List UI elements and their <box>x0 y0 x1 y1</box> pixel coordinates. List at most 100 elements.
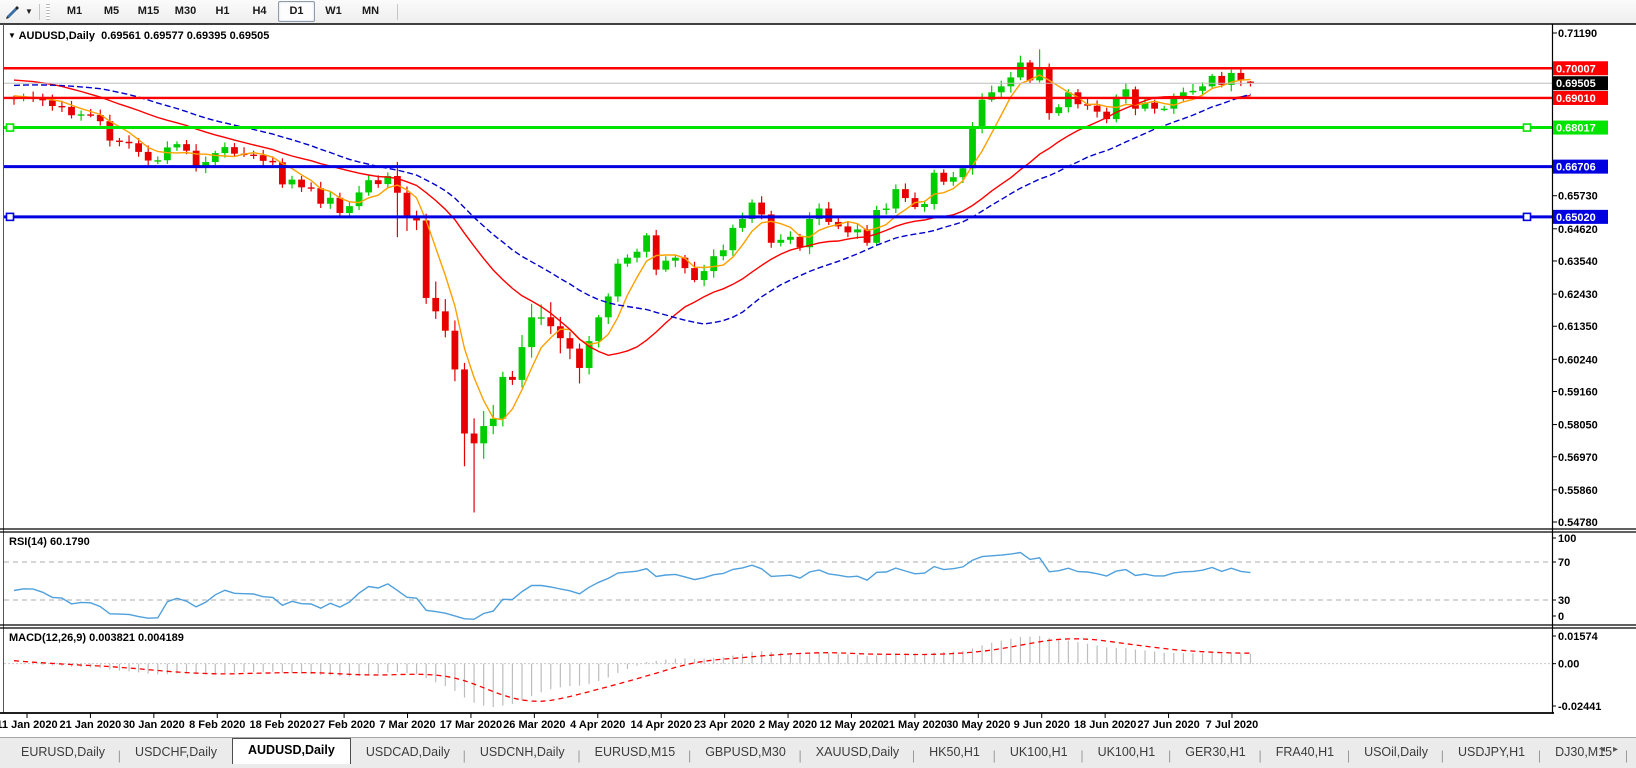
tab-scroll-right-icon[interactable]: ▸ <box>1613 744 1626 755</box>
hline-0.65020-badge-label: 0.65020 <box>1556 212 1596 224</box>
toolbar-separator <box>39 4 40 20</box>
time-axis-label: 12 May 2020 <box>819 719 883 731</box>
candle-body <box>682 258 689 268</box>
line-handle[interactable] <box>1524 213 1531 220</box>
candle-body <box>154 160 161 161</box>
candle-body <box>883 209 890 210</box>
candle-body <box>777 240 784 243</box>
candle-body <box>183 144 190 151</box>
price-axis-tick-label: 0.65730 <box>1558 191 1598 203</box>
price-axis-tick-label: 0.59160 <box>1558 386 1598 398</box>
chart-tab-audusd-daily[interactable]: AUDUSD,Daily <box>232 738 351 764</box>
candle-body <box>547 317 554 326</box>
crosshair-tool-icon[interactable] <box>3 3 23 21</box>
time-axis-label: 30 Jan 2020 <box>123 719 185 731</box>
timeframe-button-d1[interactable]: D1 <box>278 1 315 22</box>
hline-0.68017-badge-label: 0.68017 <box>1556 123 1596 135</box>
candle-body <box>595 317 602 341</box>
candle-body <box>404 193 411 217</box>
candle-body <box>538 317 545 318</box>
candle-body <box>950 177 957 181</box>
ohlc-values: 0.69561 0.69577 0.69395 0.69505 <box>101 30 269 42</box>
line-handle[interactable] <box>7 124 14 131</box>
candle-body <box>423 220 430 297</box>
candle-body <box>854 229 861 232</box>
candle-body <box>634 252 641 258</box>
chart-tab-ger30-h1[interactable]: GER30,H1| <box>1170 742 1260 764</box>
time-axis-label: 8 Feb 2020 <box>189 719 245 731</box>
toolbar-grip[interactable] <box>46 4 50 20</box>
mt4-window: ▼ M1M5M15M30H1H4D1W1MN 0.711900.701100.6… <box>0 0 1636 768</box>
candle-body <box>567 338 574 348</box>
chart-tab-eurusd-daily[interactable]: EURUSD,Daily| <box>6 742 120 764</box>
candle-body <box>336 198 343 213</box>
chart-tab-uk100-h1[interactable]: UK100,H1| <box>995 742 1083 764</box>
chart-window: 0.711900.701100.690300.679200.668100.657… <box>0 23 1636 736</box>
chart-tab-usoil-daily[interactable]: USOil,Daily| <box>1349 742 1443 764</box>
time-axis-label: 17 Mar 2020 <box>440 719 502 731</box>
time-axis-label: 18 Feb 2020 <box>249 719 311 731</box>
timeframe-button-group: M1M5M15M30H1H4D1W1MN <box>56 1 389 22</box>
candle-body <box>979 100 986 128</box>
time-axis-label: 18 Jun 2020 <box>1074 719 1136 731</box>
candle-body <box>49 100 56 106</box>
chart-tab-bar: EURUSD,Daily|USDCHF,DailyAUDUSD,DailyUSD… <box>0 737 1636 764</box>
chart-tab-hk50-h1[interactable]: HK50,H1| <box>914 742 995 764</box>
candle-body <box>1055 107 1062 113</box>
timeframe-button-m15[interactable]: M15 <box>130 1 167 22</box>
chart-tab-usdcnh-daily[interactable]: USDCNH,Daily| <box>465 742 580 764</box>
rsi-axis-label: 70 <box>1558 557 1570 569</box>
candle-body <box>174 144 181 147</box>
collapse-caret-icon[interactable]: ▼ <box>8 31 16 40</box>
price-axis-tick-label: 0.56970 <box>1558 452 1598 464</box>
macd-axis-label: 0.00 <box>1558 659 1579 671</box>
candle-body <box>720 250 727 256</box>
rsi-axis-label: 30 <box>1558 595 1570 607</box>
hline-0.69010-badge-label: 0.69010 <box>1556 93 1596 105</box>
price-chart-canvas[interactable]: 0.711900.701100.690300.679200.668100.657… <box>0 23 1636 737</box>
chart-tab-usdjpy-h1[interactable]: USDJPY,H1| <box>1443 742 1540 764</box>
chart-tab-eurusd-m15[interactable]: EURUSD,M15| <box>580 742 691 764</box>
line-handle[interactable] <box>7 213 14 220</box>
timeframe-button-h1[interactable]: H1 <box>204 1 241 22</box>
candle-body <box>260 155 267 161</box>
price-axis-tick-label: 0.55860 <box>1558 485 1598 497</box>
chart-tab-fra40-h1[interactable]: FRA40,H1| <box>1261 742 1349 764</box>
candle-body <box>375 180 382 184</box>
chart-tab-usdcad-daily[interactable]: USDCAD,Daily| <box>351 742 465 764</box>
macd-axis-label: 0.01574 <box>1558 631 1599 643</box>
candle-body <box>605 296 612 317</box>
candle-body <box>902 189 909 198</box>
chart-tab-usdchf-daily[interactable]: USDCHF,Daily <box>120 742 232 764</box>
candle-body <box>624 258 631 264</box>
candle-body <box>998 86 1005 92</box>
candle-body <box>940 173 947 182</box>
chart-tab-gbpusd-m30[interactable]: GBPUSD,M30| <box>690 742 801 764</box>
tool-dropdown-arrow-icon[interactable]: ▼ <box>23 7 35 16</box>
candle-body <box>519 347 526 380</box>
candle-body <box>1007 77 1014 86</box>
candle-body <box>135 143 142 152</box>
candle-body <box>1094 106 1101 112</box>
line-handle[interactable] <box>1524 124 1531 131</box>
timeframe-button-m5[interactable]: M5 <box>93 1 130 22</box>
timeframe-button-w1[interactable]: W1 <box>315 1 352 22</box>
timeframe-button-h4[interactable]: H4 <box>241 1 278 22</box>
chart-tab-xauusd-daily[interactable]: XAUUSD,Daily| <box>801 742 914 764</box>
candle-body <box>701 271 708 280</box>
candle-body <box>844 226 851 232</box>
chart-tab-uk100-h1[interactable]: UK100,H1| <box>1083 742 1171 764</box>
candle-body <box>653 235 660 269</box>
candle-body <box>442 311 449 330</box>
toolbar: ▼ M1M5M15M30H1H4D1W1MN <box>0 0 1636 24</box>
time-axis-label: 2 May 2020 <box>759 719 817 731</box>
macd-indicator-label: MACD(12,26,9) 0.003821 0.004189 <box>9 632 184 644</box>
timeframe-button-mn[interactable]: MN <box>352 1 389 22</box>
timeframe-button-m1[interactable]: M1 <box>56 1 93 22</box>
timeframe-button-m30[interactable]: M30 <box>167 1 204 22</box>
candle-body <box>317 188 324 203</box>
tab-scroll-arrows: ◂▸ <box>1600 744 1626 755</box>
candle-body <box>873 210 880 243</box>
tab-scroll-left-icon[interactable]: ◂ <box>1600 744 1613 755</box>
rsi-axis-label: 100 <box>1558 533 1576 545</box>
